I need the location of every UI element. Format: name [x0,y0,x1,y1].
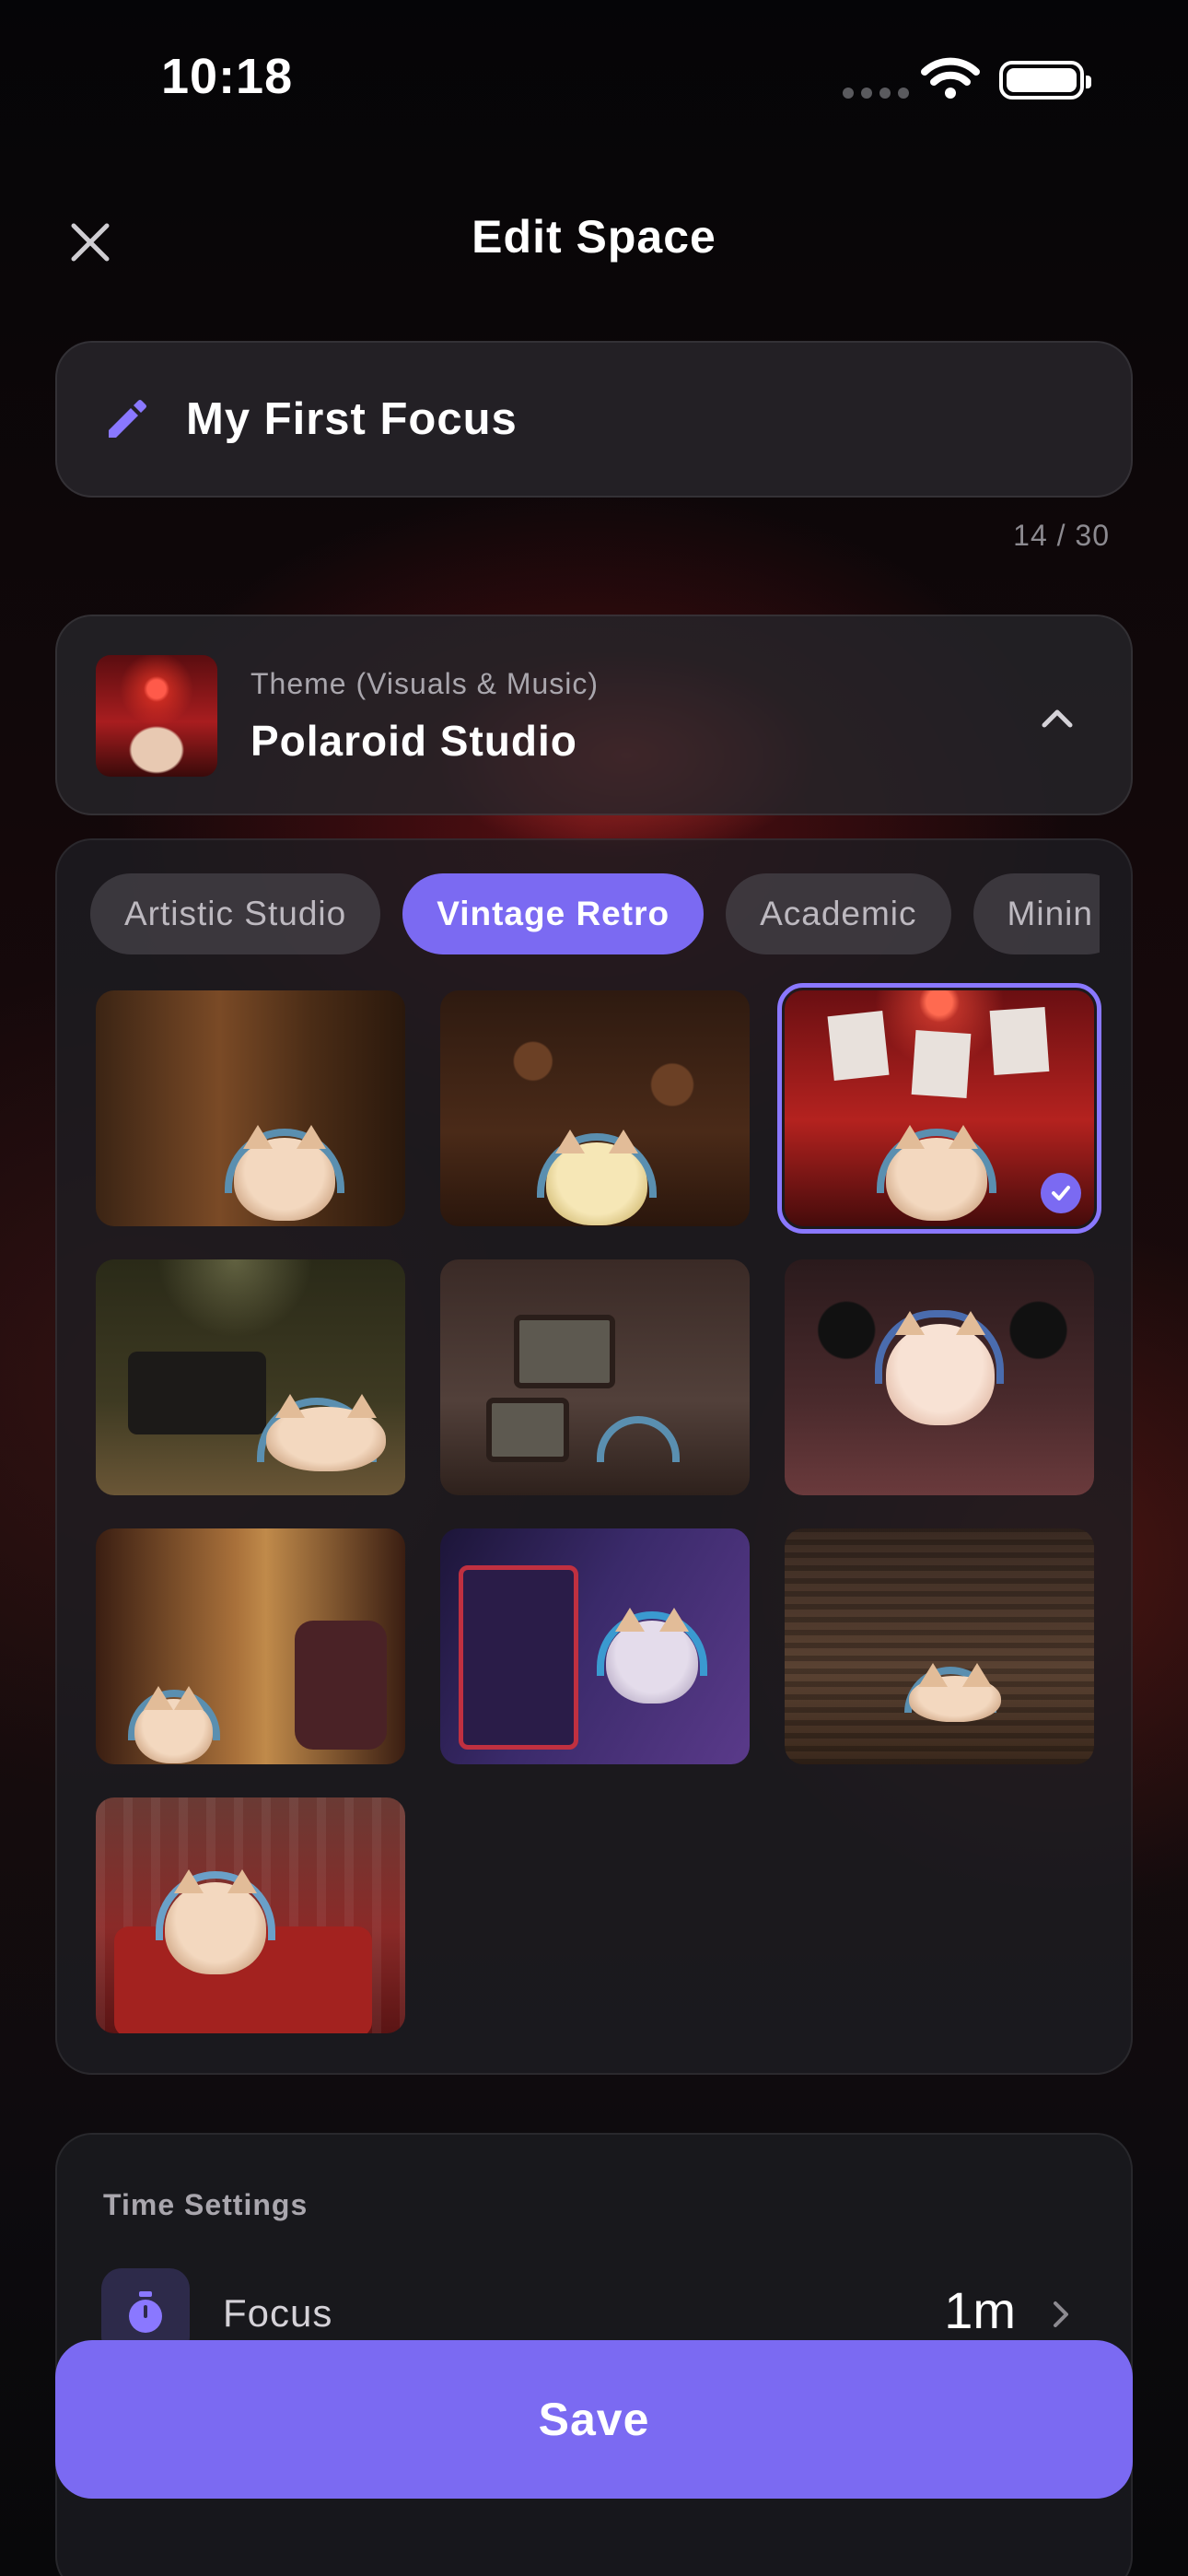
check-icon [1041,1173,1081,1213]
theme-tile[interactable] [440,1528,750,1764]
cellular-signal-icon [843,88,909,99]
theme-label: Theme (Visuals & Music) [250,667,600,700]
theme-picker-panel: Artistic Studio Vintage Retro Academic M… [55,838,1133,2075]
wifi-icon [921,57,980,104]
theme-tile[interactable] [96,1259,405,1495]
theme-tile[interactable] [440,1259,750,1495]
time-settings-title: Time Settings [103,2188,309,2221]
stopwatch-icon [129,2291,162,2333]
category-chip[interactable]: Academic [726,873,951,954]
theme-name: Polaroid Studio [250,717,577,765]
pencil-icon [109,400,146,438]
focus-value[interactable]: 1m [944,2280,1016,2340]
theme-tile-selected[interactable] [777,983,1101,1234]
chevron-right-icon[interactable] [1048,2296,1076,2333]
theme-tile[interactable] [96,1797,405,2033]
theme-tile[interactable] [440,990,750,1226]
category-chip[interactable]: Artistic Studio [90,873,381,954]
category-chip[interactable]: Minin [973,873,1100,954]
status-time: 10:18 [161,49,294,104]
theme-tile[interactable] [785,1259,1094,1495]
focus-label: Focus [223,2291,333,2335]
theme-tile[interactable] [96,990,405,1226]
theme-tile[interactable] [785,1528,1094,1764]
category-chips: Artistic Studio Vintage Retro Academic M… [90,873,1100,958]
category-chip[interactable]: Vintage Retro [402,873,705,954]
save-button[interactable]: Save [55,2340,1133,2499]
chevron-up-icon[interactable] [1037,697,1077,738]
space-name-value: My First Focus [186,394,518,444]
page-title: Edit Space [472,211,716,263]
theme-thumbnail [96,655,217,777]
space-name-field[interactable]: My First Focus [55,341,1133,498]
char-counter: 14 / 30 [1013,519,1110,552]
theme-tile[interactable] [96,1528,405,1764]
battery-icon [999,61,1091,100]
theme-selector[interactable]: Theme (Visuals & Music) Polaroid Studio [55,615,1133,815]
